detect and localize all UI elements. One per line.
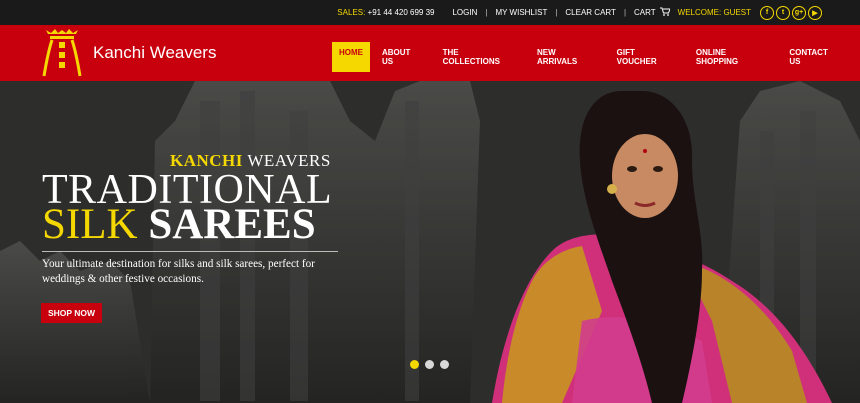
sales-phone-number[interactable]: +91 44 420 699 39 xyxy=(368,8,435,17)
hero-title-line-2: SILK SAREES xyxy=(42,202,316,248)
slider-dot-3[interactable] xyxy=(440,360,449,369)
hero-description: Your ultimate destination for silks and … xyxy=(42,258,315,285)
sales-contact: SALES: +91 44 420 699 39 xyxy=(337,8,434,17)
divider: | xyxy=(623,8,627,17)
brand-name[interactable]: Kanchi Weavers xyxy=(93,43,216,63)
main-navigation: HOME ABOUT US THE COLLECTIONS NEW ARRIVA… xyxy=(332,42,860,72)
youtube-icon[interactable]: ▶ xyxy=(808,5,822,20)
hero-title-silk: SILK xyxy=(42,201,138,248)
nav-the-collections[interactable]: THE COLLECTIONS xyxy=(443,42,518,72)
facebook-icon[interactable]: f xyxy=(760,5,774,20)
hero-slider: KANCHI WEAVERS TRADITIONAL SILK SAREES Y… xyxy=(0,81,860,403)
nav-online-shopping[interactable]: ONLINE SHOPPING xyxy=(696,42,770,72)
google-plus-icon[interactable]: g+ xyxy=(792,5,806,20)
social-links: f t g+ ▶ xyxy=(760,5,822,20)
cart-label: CART xyxy=(634,8,656,17)
wishlist-link[interactable]: MY WISHLIST xyxy=(495,8,547,17)
kanchi-weavers-logo-icon[interactable] xyxy=(42,28,82,78)
saree-model-image xyxy=(492,91,832,403)
shop-now-button[interactable]: SHOP NOW xyxy=(41,303,102,323)
nav-gift-voucher[interactable]: GIFT VOUCHER xyxy=(617,42,677,72)
slider-pagination xyxy=(410,360,449,369)
cart-icon xyxy=(659,7,671,18)
slider-dot-2[interactable] xyxy=(425,360,434,369)
main-header: Kanchi Weavers HOME ABOUT US THE COLLECT… xyxy=(0,25,860,81)
slider-dot-1[interactable] xyxy=(410,360,419,369)
hero-divider xyxy=(42,251,338,252)
nav-about-us[interactable]: ABOUT US xyxy=(382,42,424,72)
divider: | xyxy=(555,8,558,17)
nav-home[interactable]: HOME xyxy=(332,42,370,72)
top-utility-bar: SALES: +91 44 420 699 39 LOGIN | MY WISH… xyxy=(0,0,860,25)
cart-link[interactable]: CART xyxy=(634,7,671,18)
login-link[interactable]: LOGIN xyxy=(452,8,477,17)
divider: | xyxy=(485,8,488,17)
nav-contact-us[interactable]: CONTACT US xyxy=(789,42,841,72)
twitter-icon[interactable]: t xyxy=(776,5,790,20)
welcome-guest-text: WELCOME: GUEST xyxy=(677,8,751,17)
hero-title-sarees: SAREES xyxy=(148,201,316,248)
clear-cart-link[interactable]: CLEAR CART xyxy=(565,8,616,17)
sales-label: SALES: xyxy=(337,8,366,17)
nav-new-arrivals[interactable]: NEW ARRIVALS xyxy=(537,42,598,72)
